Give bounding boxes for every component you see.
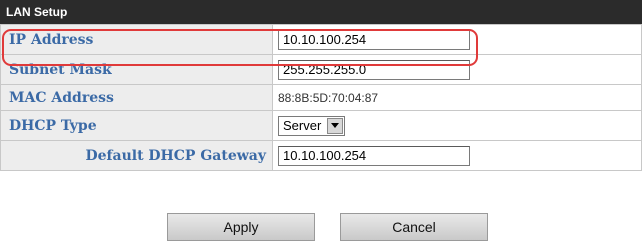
chevron-down-icon[interactable] (327, 117, 344, 134)
section-header: LAN Setup (0, 0, 642, 24)
default-gateway-label: Default DHCP Gateway (0, 140, 273, 171)
default-gateway-cell: 10.10.100.254 (272, 140, 642, 171)
button-bar: Apply Cancel (0, 213, 642, 241)
ip-address-input[interactable]: 10.10.100.254 (278, 29, 470, 50)
ip-address-label: IP Address (0, 24, 273, 55)
mac-address-label: MAC Address (0, 84, 273, 111)
default-gateway-row: Default DHCP Gateway 10.10.100.254 (0, 140, 642, 171)
subnet-mask-row: Subnet Mask 255.255.255.0 (0, 54, 642, 85)
default-gateway-input[interactable]: 10.10.100.254 (278, 145, 470, 166)
mac-address-row: MAC Address 88:8B:5D:70:04:87 (0, 84, 642, 111)
ip-address-row: IP Address 10.10.100.254 (0, 24, 642, 55)
ip-address-cell: 10.10.100.254 (272, 24, 642, 55)
subnet-mask-cell: 255.255.255.0 (272, 54, 642, 85)
dhcp-type-select[interactable]: Server (278, 115, 346, 136)
subnet-mask-label: Subnet Mask (0, 54, 273, 85)
mac-address-cell: 88:8B:5D:70:04:87 (272, 84, 642, 111)
dhcp-type-label: DHCP Type (0, 110, 273, 141)
dhcp-type-cell: Server (272, 110, 642, 141)
mac-address-value: 88:8B:5D:70:04:87 (278, 90, 379, 105)
lan-setup-form: IP Address 10.10.100.254 Subnet Mask 255… (0, 24, 642, 171)
dhcp-type-row: DHCP Type Server (0, 110, 642, 141)
apply-button[interactable]: Apply (167, 213, 315, 241)
cancel-button[interactable]: Cancel (340, 213, 488, 241)
subnet-mask-input[interactable]: 255.255.255.0 (278, 59, 470, 80)
dhcp-type-selected: Server (283, 118, 322, 133)
